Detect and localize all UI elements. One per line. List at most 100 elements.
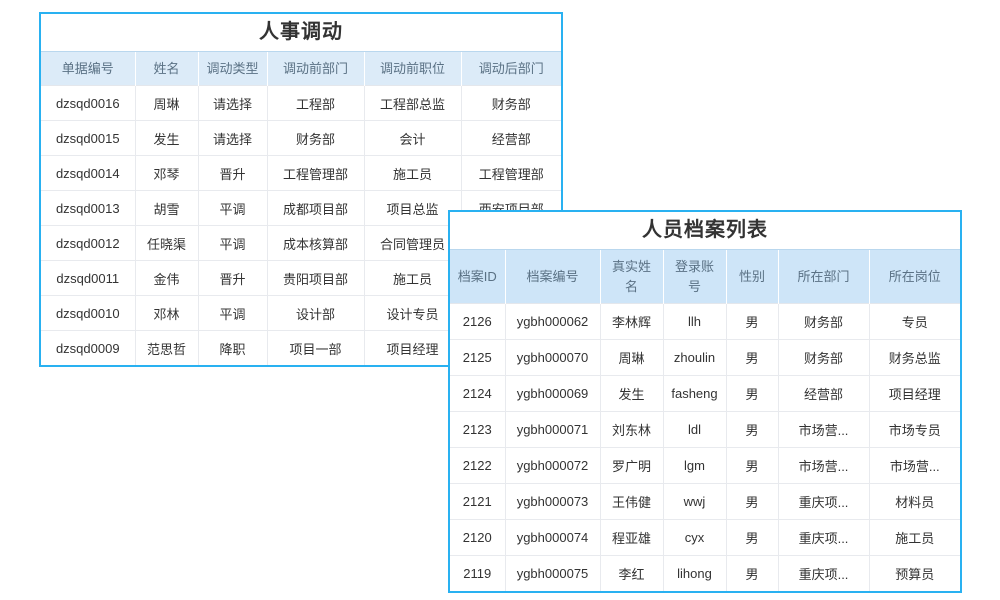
cell-gender: 男: [726, 412, 778, 448]
employee-name-link[interactable]: 任晓渠: [135, 226, 198, 261]
employee-name-link[interactable]: 胡雪: [135, 191, 198, 226]
cell-department: 财务部: [778, 304, 869, 340]
cell-transfer-type: 降职: [198, 331, 267, 366]
cell-archive-no: ygbh000071: [505, 412, 600, 448]
doc-no-link[interactable]: dzsqd0010: [41, 296, 135, 331]
cell-pos-before: 项目总监: [364, 191, 461, 226]
cell-department: 市场营...: [778, 412, 869, 448]
col-header-archive-no: 档案编号: [505, 250, 600, 304]
cell-login-acct: lgm: [663, 448, 726, 484]
archive-panel: 人员档案列表 档案ID 档案编号 真实姓 名 登录账 号 性别 所在部门 所在岗…: [448, 210, 962, 593]
real-name-link[interactable]: 发生: [600, 376, 663, 412]
col-header-archive-id: 档案ID: [450, 250, 505, 304]
cell-login-acct: llh: [663, 304, 726, 340]
employee-name-link[interactable]: 发生: [135, 121, 198, 156]
col-header-name: 姓名: [135, 52, 198, 86]
cell-pos-before: 项目经理: [364, 331, 461, 366]
cell-archive-id: 2121: [450, 484, 505, 520]
col-header-login-acct: 登录账 号: [663, 250, 726, 304]
archive-table-title: 人员档案列表: [450, 212, 960, 250]
cell-login-acct: wwj: [663, 484, 726, 520]
col-header-dept-before: 调动前部门: [267, 52, 364, 86]
cell-post: 财务总监: [869, 340, 960, 376]
real-name-link[interactable]: 李林辉: [600, 304, 663, 340]
cell-login-acct: fasheng: [663, 376, 726, 412]
cell-pos-before: 设计专员: [364, 296, 461, 331]
doc-no-link[interactable]: dzsqd0013: [41, 191, 135, 226]
cell-dept-after: 经营部: [461, 121, 561, 156]
real-name-link[interactable]: 周琳: [600, 340, 663, 376]
table-row: 2119 ygbh000075 李红 lihong 男 重庆项... 预算员: [450, 556, 960, 592]
cell-archive-id: 2123: [450, 412, 505, 448]
table-row: 2126 ygbh000062 李林辉 llh 男 财务部 专员: [450, 304, 960, 340]
cell-department: 经营部: [778, 376, 869, 412]
col-header-transfer-type: 调动类型: [198, 52, 267, 86]
cell-post: 预算员: [869, 556, 960, 592]
cell-gender: 男: [726, 448, 778, 484]
cell-post: 施工员: [869, 520, 960, 556]
real-name-link[interactable]: 李红: [600, 556, 663, 592]
cell-post: 项目经理: [869, 376, 960, 412]
cell-department: 重庆项...: [778, 484, 869, 520]
cell-archive-id: 2120: [450, 520, 505, 556]
real-name-link[interactable]: 罗广明: [600, 448, 663, 484]
cell-dept-before: 项目一部: [267, 331, 364, 366]
real-name-link[interactable]: 刘东林: [600, 412, 663, 448]
doc-no-link[interactable]: dzsqd0012: [41, 226, 135, 261]
cell-post: 材料员: [869, 484, 960, 520]
table-row: 2124 ygbh000069 发生 fasheng 男 经营部 项目经理: [450, 376, 960, 412]
cell-archive-id: 2125: [450, 340, 505, 376]
cell-login-acct: cyx: [663, 520, 726, 556]
col-header-real-name: 真实姓 名: [600, 250, 663, 304]
cell-gender: 男: [726, 376, 778, 412]
cell-pos-before: 工程部总监: [364, 86, 461, 121]
doc-no-link[interactable]: dzsqd0016: [41, 86, 135, 121]
cell-archive-id: 2124: [450, 376, 505, 412]
cell-dept-before: 贵阳项目部: [267, 261, 364, 296]
cell-gender: 男: [726, 556, 778, 592]
cell-pos-before: 施工员: [364, 261, 461, 296]
cell-transfer-type: 请选择: [198, 86, 267, 121]
cell-archive-id: 2126: [450, 304, 505, 340]
cell-dept-after: 财务部: [461, 86, 561, 121]
cell-post: 市场专员: [869, 412, 960, 448]
cell-dept-before: 设计部: [267, 296, 364, 331]
cell-archive-no: ygbh000075: [505, 556, 600, 592]
doc-no-link[interactable]: dzsqd0009: [41, 331, 135, 366]
employee-name-link[interactable]: 邓琴: [135, 156, 198, 191]
col-header-dept-after: 调动后部门: [461, 52, 561, 86]
employee-name-link[interactable]: 范思哲: [135, 331, 198, 366]
cell-archive-no: ygbh000074: [505, 520, 600, 556]
cell-archive-no: ygbh000069: [505, 376, 600, 412]
col-header-post: 所在岗位: [869, 250, 960, 304]
cell-gender: 男: [726, 304, 778, 340]
cell-archive-id: 2122: [450, 448, 505, 484]
cell-dept-before: 成本核算部: [267, 226, 364, 261]
table-row: dzsqd0014 邓琴 晋升 工程管理部 施工员 工程管理部: [41, 156, 561, 191]
cell-gender: 男: [726, 520, 778, 556]
real-name-link[interactable]: 程亚雄: [600, 520, 663, 556]
cell-department: 市场营...: [778, 448, 869, 484]
cell-dept-after: 工程管理部: [461, 156, 561, 191]
col-header-doc-no: 单据编号: [41, 52, 135, 86]
employee-name-link[interactable]: 金伟: [135, 261, 198, 296]
doc-no-link[interactable]: dzsqd0015: [41, 121, 135, 156]
table-row: dzsqd0015 发生 请选择 财务部 会计 经营部: [41, 121, 561, 156]
cell-transfer-type: 平调: [198, 191, 267, 226]
transfer-header-row: 单据编号 姓名 调动类型 调动前部门 调动前职位 调动后部门: [41, 52, 561, 86]
table-row: 2121 ygbh000073 王伟健 wwj 男 重庆项... 材料员: [450, 484, 960, 520]
doc-no-link[interactable]: dzsqd0014: [41, 156, 135, 191]
archive-header-row: 档案ID 档案编号 真实姓 名 登录账 号 性别 所在部门 所在岗位: [450, 250, 960, 304]
cell-dept-before: 工程部: [267, 86, 364, 121]
transfer-table-title: 人事调动: [41, 14, 561, 52]
cell-login-acct: zhoulin: [663, 340, 726, 376]
cell-post: 专员: [869, 304, 960, 340]
cell-dept-before: 成都项目部: [267, 191, 364, 226]
employee-name-link[interactable]: 周琳: [135, 86, 198, 121]
table-row: 2120 ygbh000074 程亚雄 cyx 男 重庆项... 施工员: [450, 520, 960, 556]
real-name-link[interactable]: 王伟健: [600, 484, 663, 520]
doc-no-link[interactable]: dzsqd0011: [41, 261, 135, 296]
cell-login-acct: lihong: [663, 556, 726, 592]
employee-name-link[interactable]: 邓林: [135, 296, 198, 331]
cell-transfer-type: 请选择: [198, 121, 267, 156]
